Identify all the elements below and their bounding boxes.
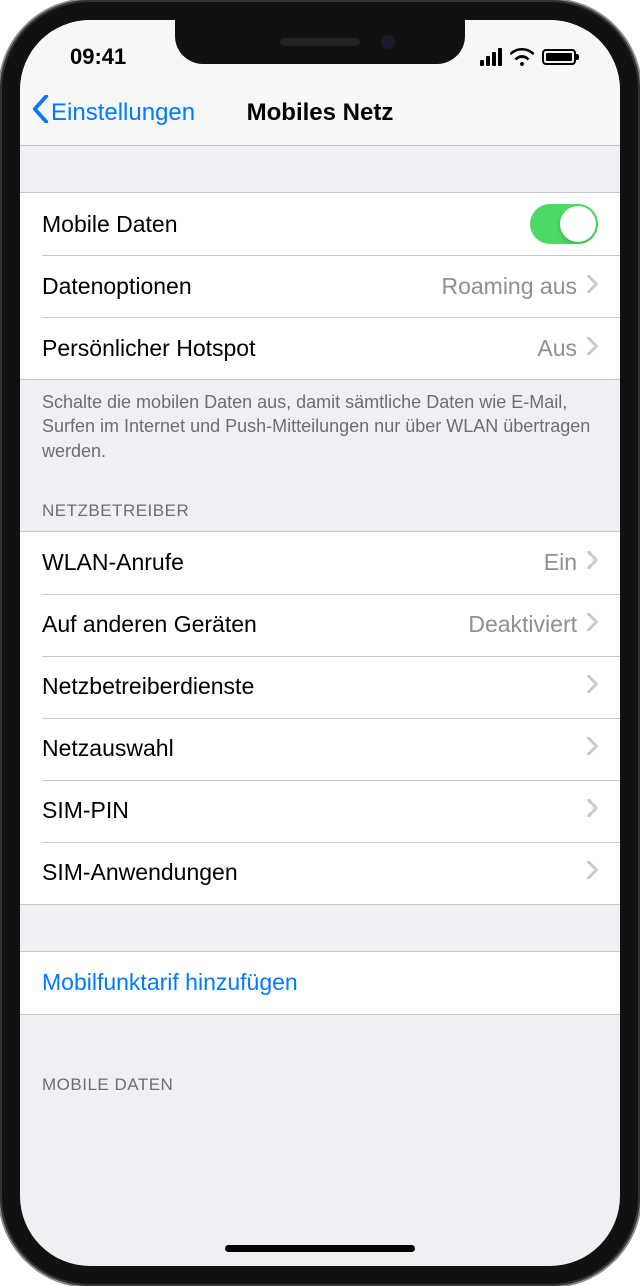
- sim-pin-row[interactable]: SIM-PIN: [20, 780, 620, 842]
- screen: 09:41 Einstellungen Mobiles Net: [20, 20, 620, 1266]
- mobile-data-toggle[interactable]: [530, 204, 598, 244]
- data-options-value: Roaming aus: [441, 273, 577, 300]
- add-plan-label: Mobilfunktarif hinzufügen: [42, 969, 298, 996]
- mobile-data-group: Mobile Daten Datenoptionen Roaming aus P…: [20, 192, 620, 380]
- wifi-calls-row[interactable]: WLAN-Anrufe Ein: [20, 532, 620, 594]
- mobile-data-footer: Schalte die mobilen Daten aus, damit säm…: [20, 380, 620, 477]
- back-label: Einstellungen: [51, 99, 195, 127]
- hotspot-label: Persönlicher Hotspot: [42, 335, 537, 362]
- chevron-right-icon: [587, 275, 598, 298]
- sim-apps-row[interactable]: SIM-Anwendungen: [20, 842, 620, 904]
- cellular-signal-icon: [480, 48, 502, 66]
- status-icons: [480, 48, 576, 66]
- other-devices-value: Deaktiviert: [468, 611, 577, 638]
- add-plan-group: Mobilfunktarif hinzufügen: [20, 951, 620, 1015]
- network-select-row[interactable]: Netzauswahl: [20, 718, 620, 780]
- wifi-calls-value: Ein: [544, 549, 577, 576]
- data-options-label: Datenoptionen: [42, 273, 441, 300]
- mobile-data-section-header: MOBILE DATEN: [20, 1015, 620, 1105]
- nav-bar: Einstellungen Mobiles Netz: [20, 80, 620, 146]
- chevron-right-icon: [587, 675, 598, 698]
- sim-pin-label: SIM-PIN: [42, 797, 587, 824]
- home-indicator[interactable]: [225, 1245, 415, 1252]
- back-button[interactable]: Einstellungen: [32, 95, 195, 130]
- mobile-data-label: Mobile Daten: [42, 211, 530, 238]
- mobile-data-row[interactable]: Mobile Daten: [20, 193, 620, 255]
- battery-icon: [542, 49, 576, 65]
- hotspot-row[interactable]: Persönlicher Hotspot Aus: [20, 317, 620, 379]
- wifi-calls-label: WLAN-Anrufe: [42, 549, 544, 576]
- other-devices-row[interactable]: Auf anderen Geräten Deaktiviert: [20, 594, 620, 656]
- wifi-icon: [510, 48, 534, 66]
- carrier-services-row[interactable]: Netzbetreiberdienste: [20, 656, 620, 718]
- hotspot-value: Aus: [537, 335, 577, 362]
- add-plan-row[interactable]: Mobilfunktarif hinzufügen: [20, 952, 620, 1014]
- carrier-services-label: Netzbetreiberdienste: [42, 673, 587, 700]
- chevron-left-icon: [32, 95, 49, 130]
- chevron-right-icon: [587, 861, 598, 884]
- chevron-right-icon: [587, 737, 598, 760]
- chevron-right-icon: [587, 799, 598, 822]
- network-select-label: Netzauswahl: [42, 735, 587, 762]
- other-devices-label: Auf anderen Geräten: [42, 611, 468, 638]
- carrier-header: NETZBETREIBER: [20, 477, 620, 531]
- notch: [175, 20, 465, 64]
- chevron-right-icon: [587, 337, 598, 360]
- chevron-right-icon: [587, 551, 598, 574]
- chevron-right-icon: [587, 613, 598, 636]
- status-time: 09:41: [70, 44, 126, 70]
- data-options-row[interactable]: Datenoptionen Roaming aus: [20, 255, 620, 317]
- phone-frame: 09:41 Einstellungen Mobiles Net: [0, 0, 640, 1286]
- settings-content: Mobile Daten Datenoptionen Roaming aus P…: [20, 146, 620, 1105]
- sim-apps-label: SIM-Anwendungen: [42, 859, 587, 886]
- carrier-group: WLAN-Anrufe Ein Auf anderen Geräten Deak…: [20, 531, 620, 905]
